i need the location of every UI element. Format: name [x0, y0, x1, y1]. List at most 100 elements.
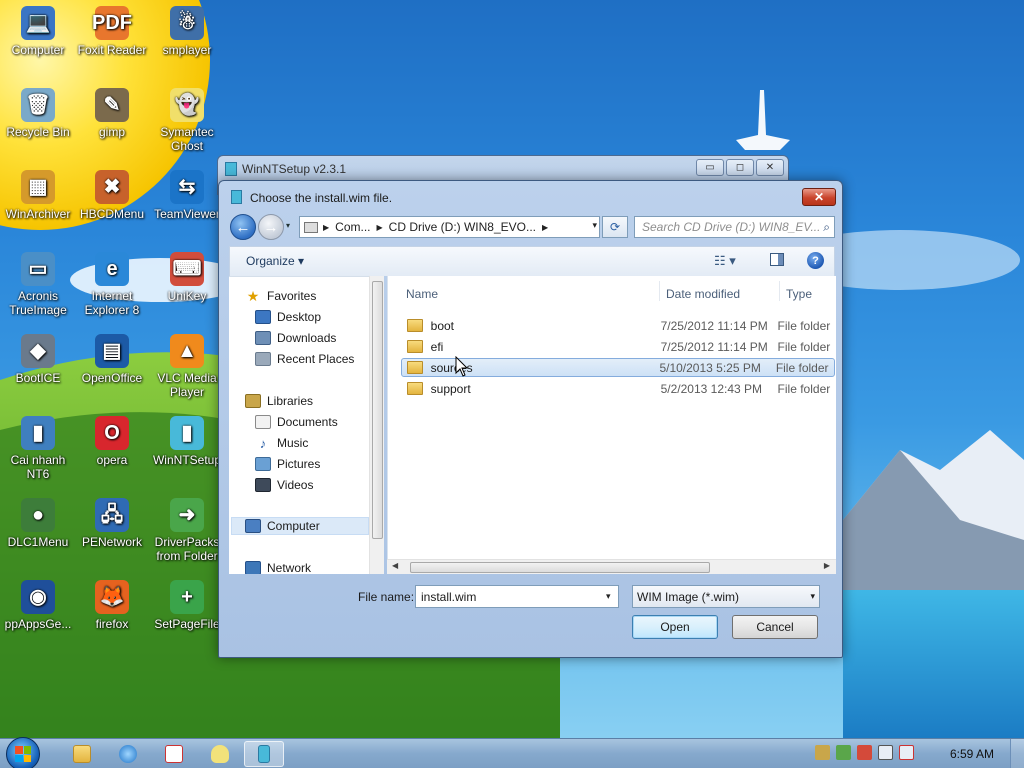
desktop-icon-item[interactable]: ✎ gimp — [74, 84, 150, 162]
maximize-button[interactable]: ◻ — [726, 159, 754, 176]
desktop-icon-item[interactable]: 🦊 firefox — [74, 576, 150, 654]
desktop-icon-item[interactable]: ➜ DriverPacks from Folder — [149, 494, 225, 572]
search-input[interactable]: Search CD Drive (D:) WIN8_EV... ⌕ — [634, 216, 835, 238]
column-header-date-modified[interactable]: Date modified — [666, 287, 740, 301]
command-toolbar: Organize ▾ ☷ ▾ ? — [229, 246, 835, 276]
nav-item-computer[interactable]: Computer — [231, 517, 369, 535]
address-dropdown-icon[interactable]: ▾ — [592, 220, 597, 231]
nav-item-favorites[interactable]: ★ Favorites — [245, 287, 317, 305]
address-bar[interactable]: ▶ Com... ▶ CD Drive (D:) WIN8_EVO... ▶ ▾ — [299, 216, 600, 238]
search-icon[interactable]: ⌕ — [823, 220, 830, 235]
recent-locations-button[interactable]: ▾ — [286, 221, 290, 230]
app-icon: ⌨ — [170, 252, 204, 286]
column-divider[interactable] — [659, 281, 660, 301]
taskbar-explorer[interactable] — [62, 741, 102, 767]
desktop-icon-label: DriverPacks from Folder — [154, 535, 220, 563]
horizontal-scrollbar[interactable]: ◀ ▶ — [387, 559, 836, 574]
taskbar-unikey[interactable] — [154, 741, 194, 767]
cancel-button[interactable]: Cancel — [732, 615, 818, 639]
change-view-button[interactable]: ☷ ▾ — [714, 253, 736, 269]
file-type-dropdown-icon[interactable]: ▾ — [810, 591, 815, 602]
desktop-icon-item[interactable]: ▦ WinArchiver — [0, 166, 76, 244]
nav-item-documents[interactable]: Documents — [255, 413, 338, 431]
nav-item-recent-places[interactable]: Recent Places — [255, 350, 354, 368]
taskbar-clock[interactable]: 6:59 AM — [950, 747, 994, 761]
open-button[interactable]: Open — [632, 615, 718, 639]
desktop-icon-item[interactable]: ▭ Acronis TrueImage — [0, 248, 76, 326]
help-button[interactable]: ? — [807, 252, 824, 269]
desktop-icon-item[interactable]: ▮ Cai nhanh NT6 — [0, 412, 76, 490]
desktop-icon-item[interactable]: PDF Foxit Reader — [74, 2, 150, 80]
nav-scroll-thumb[interactable] — [372, 281, 383, 539]
forward-button[interactable]: → — [258, 214, 284, 240]
navigation-pane: ★ Favorites Desktop Downloads Recent Pla… — [229, 276, 384, 574]
preview-pane-icon[interactable] — [770, 253, 784, 266]
breadcrumb-separator[interactable]: ▶ — [377, 223, 383, 232]
show-desktop-button[interactable] — [1010, 739, 1024, 768]
desktop-icon-item[interactable]: ◆ BootICE — [0, 330, 76, 408]
desktop-icon-item[interactable]: ⌨ UniKey — [149, 248, 225, 326]
desktop-icon-item[interactable]: ☃ smplayer — [149, 2, 225, 80]
scroll-right-icon[interactable]: ▶ — [824, 561, 830, 570]
desktop-icon-item[interactable]: 💻 Computer — [0, 2, 76, 80]
desktop-icon-item[interactable]: ▮ WinNTSetup — [149, 412, 225, 490]
back-button[interactable]: ← — [230, 214, 256, 240]
file-row[interactable]: efi 7/25/2012 11:14 PM File folder — [402, 337, 836, 356]
filename-dropdown-icon[interactable]: ▾ — [606, 591, 611, 602]
taskbar-internet-explorer[interactable] — [108, 741, 148, 767]
taskbar-ghost[interactable] — [200, 741, 240, 767]
tray-volume-icon[interactable] — [899, 745, 914, 760]
file-row[interactable]: boot 7/25/2012 11:14 PM File folder — [402, 316, 836, 335]
nav-item-videos[interactable]: Videos — [255, 476, 313, 494]
desktop-icon-item[interactable]: 🗑 Recycle Bin — [0, 84, 76, 162]
app-icon: e — [95, 252, 129, 286]
tray-flag-icon[interactable] — [857, 745, 872, 760]
breadcrumb-cd-drive[interactable]: CD Drive (D:) WIN8_EVO... — [389, 220, 536, 234]
taskbar-winntsetup[interactable] — [244, 741, 284, 767]
column-header-type[interactable]: Type — [786, 287, 812, 301]
horizontal-scroll-thumb[interactable] — [410, 562, 710, 573]
filename-input[interactable] — [415, 585, 619, 608]
breadcrumb-computer[interactable]: Com... — [335, 220, 370, 234]
refresh-button[interactable]: ⟳ — [602, 216, 628, 238]
desktop-icon-label: UniKey — [167, 289, 207, 303]
desktop-icon-item[interactable]: ◉ ppAppsGe... — [0, 576, 76, 654]
desktop-icon-item[interactable]: Oopera — [74, 412, 150, 490]
tray-app-icon[interactable] — [815, 745, 830, 760]
nav-item-desktop[interactable]: Desktop — [255, 308, 321, 326]
desktop-icon-item[interactable]: + SetPageFile — [149, 576, 225, 654]
dialog-close-button[interactable]: ✕ — [802, 188, 836, 206]
tray-security-icon[interactable] — [836, 745, 851, 760]
desktop-icon-item[interactable]: e Internet Explorer 8 — [74, 248, 150, 326]
nav-item-network[interactable]: Network — [245, 559, 311, 574]
close-button[interactable]: ✕ — [756, 159, 784, 176]
folder-icon — [73, 745, 91, 763]
breadcrumb-separator[interactable]: ▶ — [542, 223, 548, 232]
desktop-icon-item[interactable]: ▤ OpenOffice — [74, 330, 150, 408]
desktop-icon-item[interactable]: 🖧 PENetwork — [74, 494, 150, 572]
file-row[interactable]: support 5/2/2013 12:43 PM File folder — [402, 379, 836, 398]
desktop-icon-item[interactable]: ▲ VLC Media Player — [149, 330, 225, 408]
file-date: 5/10/2013 5:25 PM — [659, 360, 761, 375]
nav-item-downloads[interactable]: Downloads — [255, 329, 336, 347]
breadcrumb-separator[interactable]: ▶ — [323, 223, 329, 232]
file-type-select[interactable]: WIM Image (*.wim) ▾ — [632, 585, 820, 608]
scroll-left-icon[interactable]: ◀ — [392, 561, 398, 570]
nav-item-pictures[interactable]: Pictures — [255, 455, 320, 473]
tray-network-icon[interactable] — [878, 745, 893, 760]
nav-item-libraries[interactable]: Libraries — [245, 392, 313, 410]
organize-button[interactable]: Organize ▾ — [246, 254, 304, 268]
column-header-name[interactable]: Name — [406, 287, 438, 301]
window-title: WinNTSetup v2.3.1 — [242, 162, 347, 176]
desktop-icon-label: Symantec Ghost — [160, 125, 214, 153]
nav-label: Network — [267, 561, 312, 574]
desktop-icon-item[interactable]: ⇆ TeamViewer — [149, 166, 225, 244]
nav-item-music[interactable]: ♪ Music — [255, 434, 309, 452]
desktop-icon-item[interactable]: ✖ HBCDMenu — [74, 166, 150, 244]
nav-pane-scrollbar[interactable] — [369, 276, 384, 574]
desktop-icon-item[interactable]: 👻 Symantec Ghost — [149, 84, 225, 162]
column-divider[interactable] — [779, 281, 780, 301]
minimize-button[interactable]: ▭ — [696, 159, 724, 176]
start-button[interactable] — [6, 737, 40, 768]
desktop-icon-item[interactable]: ● DLC1Menu — [0, 494, 76, 572]
